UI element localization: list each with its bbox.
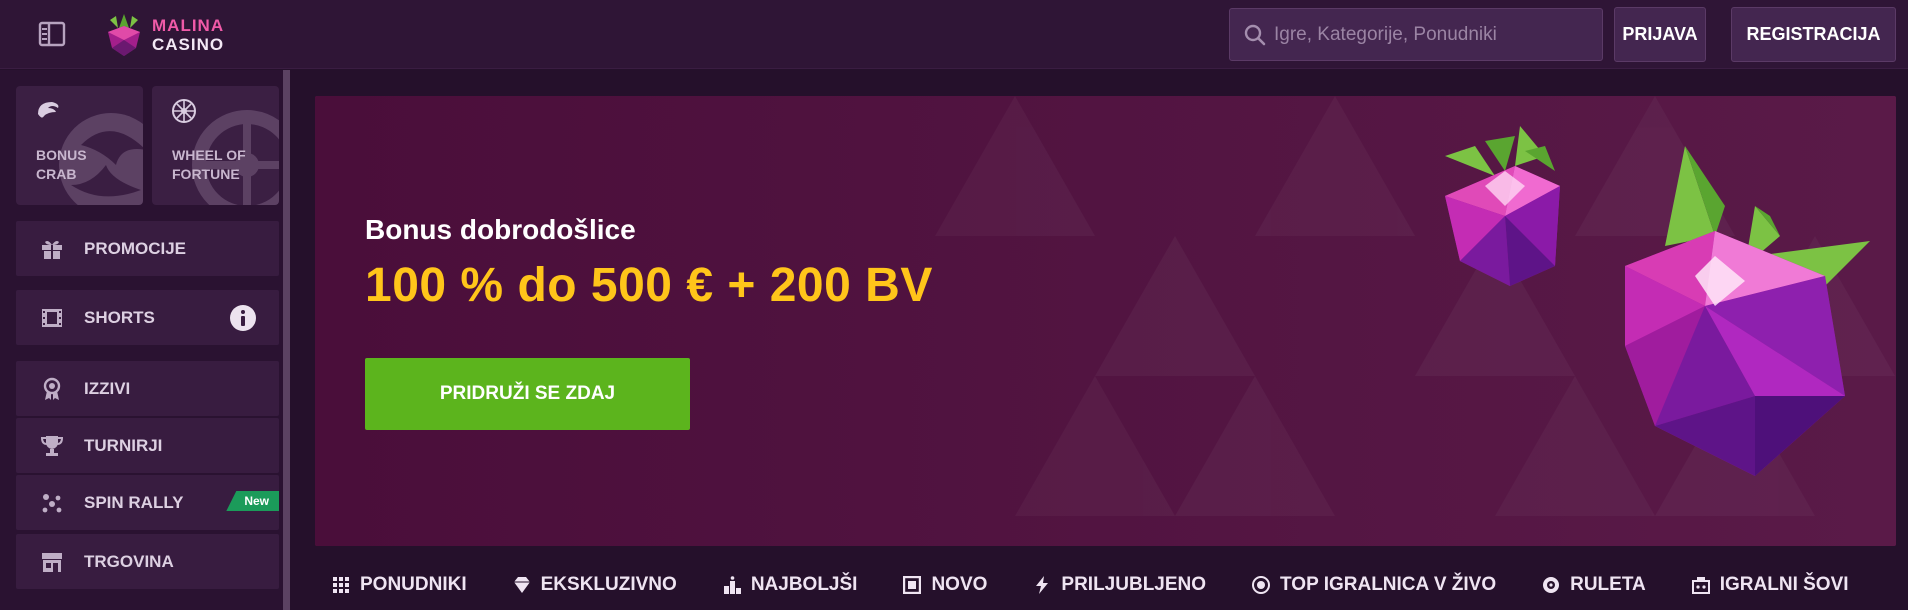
sidebar-item-label: TURNIRJI [84,435,163,455]
category-label: IGRALNI ŠOVI [1719,574,1849,595]
sidebar-item-label: IZZIVI [84,378,131,398]
podium-icon [723,576,741,594]
info-icon[interactable] [229,304,257,332]
category-label: PRILJUBLJENO [1061,574,1207,595]
medal-icon [43,377,61,400]
sparkles-icon [42,493,62,512]
category-label: EKSKLUZIVNO [540,574,677,595]
tile-wheel-of-fortune[interactable]: WHEEL OF FORTUNE [152,86,279,205]
sidebar-item-shorts[interactable]: SHORTS [16,290,279,345]
lightning-icon [1036,576,1049,594]
sidebar-scrollbar[interactable] [283,70,290,610]
logo[interactable]: MALINA CASINO [104,12,224,58]
sidebar-item-spin-rally[interactable]: SPIN RALLY New [16,475,279,530]
grid-icon [333,577,349,593]
tile-bonus-crab[interactable]: BONUS CRAB [16,86,143,205]
logo-line1: MALINA [152,16,225,35]
category-top-igralnica-v-zivo[interactable]: TOP IGRALNICA V ŽIVO [1252,574,1496,596]
sidebar-item-promocije[interactable]: PROMOCIJE [16,221,279,276]
wheel-icon [172,99,196,123]
sidebar-item-label: PROMOCIJE [84,238,187,258]
raspberry-logo-icon [108,14,140,56]
category-novo[interactable]: NOVO [903,574,987,596]
sidebar-item-label: TRGOVINA [84,551,174,571]
category-label: PONUDNIKI [360,574,467,595]
logo-line2: CASINO [152,35,225,54]
category-ruleta[interactable]: RULETA [1542,574,1646,596]
join-now-button[interactable]: PRIDRUŽI SE ZDAJ [365,358,690,430]
sidebar-toggle-icon[interactable] [38,21,66,47]
sidebar-item-label: SPIN RALLY [84,492,184,512]
category-ponudniki[interactable]: PONUDNIKI [332,574,467,596]
banner-kicker: Bonus dobrodošlice [365,214,636,245]
category-label: NAJBOLJŠI [750,574,858,595]
category-label: RULETA [1570,574,1646,595]
sidebar-item-turnirji[interactable]: TURNIRJI [16,418,279,473]
category-igralni-sovi[interactable]: IGRALNI ŠOVI [1691,574,1849,596]
new-box-icon [903,576,922,594]
gift-icon [42,240,62,259]
game-show-icon [1691,577,1710,594]
register-button[interactable]: REGISTRACIJA [1731,7,1896,62]
live-chip-icon [1252,576,1271,594]
trophy-icon [40,435,64,456]
search-icon [1244,24,1266,46]
crab-claw-icon [38,102,59,118]
category-bar: PONUDNIKI EKSKLUZIVNO NAJBOLJŠI NOVO PRI… [296,560,1908,610]
new-badge: New [226,491,279,511]
film-icon [42,308,62,327]
top-header: MALINA CASINO PRIJAVA REGISTRACIJA [0,0,1908,69]
category-ekskluzivno[interactable]: EKSKLUZIVNO [513,574,677,596]
category-label: NOVO [931,574,988,595]
banner-offer: 100 % do 500 € + 200 BV [365,259,933,312]
diamond-icon [513,577,530,593]
roulette-icon [1543,577,1560,593]
raspberry-gem-icon [1625,146,1870,476]
search-input[interactable] [1274,23,1602,46]
promo-banner: Bonus dobrodošlice 100 % do 500 € + 200 … [315,96,1896,546]
login-button[interactable]: PRIJAVA [1614,7,1706,62]
category-label: TOP IGRALNICA V ŽIVO [1280,574,1497,595]
sidebar-item-trgovina[interactable]: TRGOVINA [16,534,279,589]
category-priljubljeno[interactable]: PRILJUBLJENO [1033,574,1206,596]
sidebar-item-label: SHORTS [84,307,155,327]
tile-label-wheel-of-fortune: WHEEL OF FORTUNE [172,147,246,182]
store-icon [42,552,62,572]
raspberry-gem-icon [1445,126,1560,286]
sidebar-item-izzivi[interactable]: IZZIVI [16,361,279,416]
search-box [1229,8,1603,61]
tile-label-bonus-crab: BONUS CRAB [36,147,87,182]
category-najboljsi[interactable]: NAJBOLJŠI [723,574,858,596]
